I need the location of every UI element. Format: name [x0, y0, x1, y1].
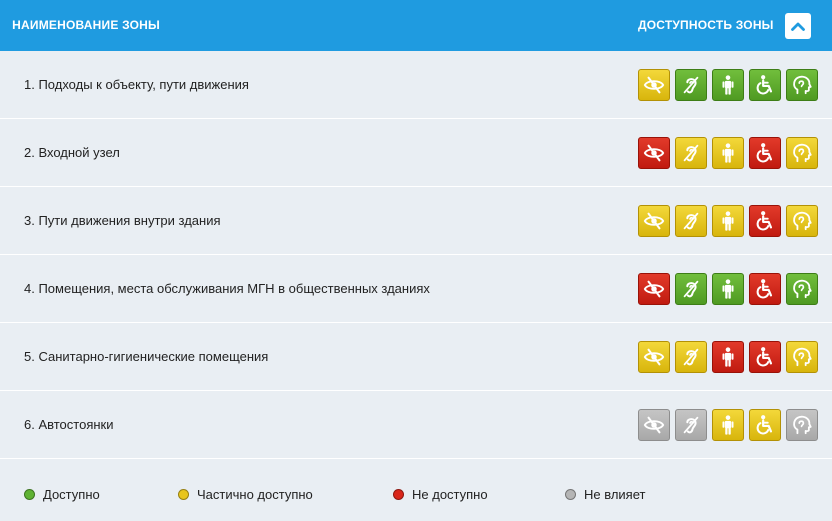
hearing-icon: [680, 74, 702, 96]
wheelchair-access-badge[interactable]: [749, 69, 781, 101]
chevron-up-icon: [791, 22, 805, 31]
legend-item: Не доступно: [393, 467, 488, 521]
zone-access-icons: [638, 69, 818, 101]
mental-access-badge[interactable]: [786, 69, 818, 101]
hearing-access-badge[interactable]: [675, 409, 707, 441]
legend-label: Частично доступно: [197, 486, 313, 502]
legend-item: Частично доступно: [178, 467, 313, 521]
person-access-badge[interactable]: [712, 137, 744, 169]
legend-label: Доступно: [43, 486, 100, 502]
person-icon: [717, 414, 739, 436]
vision-access-badge[interactable]: [638, 69, 670, 101]
person-access-badge[interactable]: [712, 273, 744, 305]
zone-row-label: 2. Входной узел: [24, 145, 120, 160]
zone-access-icons: [638, 273, 818, 305]
wheelchair-access-badge[interactable]: [749, 137, 781, 169]
mental-access-badge[interactable]: [786, 205, 818, 237]
vision-icon: [643, 346, 665, 368]
person-icon: [717, 278, 739, 300]
zone-name-header: НАИМЕНОВАНИЕ ЗОНЫ: [12, 18, 160, 32]
hearing-access-badge[interactable]: [675, 273, 707, 305]
zone-row-label: 6. Автостоянки: [24, 417, 114, 432]
hearing-icon: [680, 210, 702, 232]
zone-access-header: ДОСТУПНОСТЬ ЗОНЫ: [638, 18, 774, 32]
mental-access-badge[interactable]: [786, 341, 818, 373]
vision-icon: [643, 414, 665, 436]
zone-row: 5. Санитарно-гигиенические помещения: [0, 323, 832, 391]
legend: Доступно Частично доступно Не доступно Не в…: [0, 467, 832, 521]
mental-icon: [791, 414, 813, 436]
wheelchair-icon: [754, 346, 776, 368]
zone-row-label: 4. Помещения, места обслуживания МГН в о…: [24, 281, 430, 296]
mental-icon: [791, 346, 813, 368]
legend-dot-icon: [565, 488, 576, 500]
legend-label: Не влияет: [584, 486, 646, 502]
hearing-icon: [680, 142, 702, 164]
collapse-button[interactable]: [785, 13, 811, 39]
vision-access-badge[interactable]: [638, 409, 670, 441]
zone-list: 1. Подходы к объекту, пути движения 2. Вх…: [0, 51, 832, 459]
legend-dot-icon: [178, 488, 189, 500]
hearing-access-badge[interactable]: [675, 69, 707, 101]
wheelchair-icon: [754, 74, 776, 96]
zone-row-label: 1. Подходы к объекту, пути движения: [24, 77, 249, 92]
hearing-icon: [680, 346, 702, 368]
mental-access-badge[interactable]: [786, 137, 818, 169]
vision-access-badge[interactable]: [638, 205, 670, 237]
table-header: НАИМЕНОВАНИЕ ЗОНЫ ДОСТУПНОСТЬ ЗОНЫ: [0, 0, 832, 51]
mental-icon: [791, 142, 813, 164]
legend-dot-icon: [393, 488, 404, 500]
person-access-badge[interactable]: [712, 69, 744, 101]
wheelchair-access-badge[interactable]: [749, 341, 781, 373]
zone-row-label: 3. Пути движения внутри здания: [24, 213, 221, 228]
person-icon: [717, 142, 739, 164]
person-access-badge[interactable]: [712, 341, 744, 373]
wheelchair-access-badge[interactable]: [749, 409, 781, 441]
hearing-icon: [680, 414, 702, 436]
zone-access-icons: [638, 137, 818, 169]
zone-row: 1. Подходы к объекту, пути движения: [0, 51, 832, 119]
vision-icon: [643, 278, 665, 300]
hearing-access-badge[interactable]: [675, 205, 707, 237]
hearing-icon: [680, 278, 702, 300]
mental-icon: [791, 278, 813, 300]
person-access-badge[interactable]: [712, 409, 744, 441]
zone-row: 6. Автостоянки: [0, 391, 832, 459]
legend-label: Не доступно: [412, 486, 488, 502]
wheelchair-icon: [754, 210, 776, 232]
wheelchair-access-badge[interactable]: [749, 205, 781, 237]
person-icon: [717, 210, 739, 232]
vision-access-badge[interactable]: [638, 137, 670, 169]
person-icon: [717, 74, 739, 96]
wheelchair-icon: [754, 414, 776, 436]
zone-access-icons: [638, 205, 818, 237]
person-access-badge[interactable]: [712, 205, 744, 237]
zone-row: 3. Пути движения внутри здания: [0, 187, 832, 255]
zone-access-icons: [638, 341, 818, 373]
vision-icon: [643, 74, 665, 96]
zone-row: 2. Входной узел: [0, 119, 832, 187]
hearing-access-badge[interactable]: [675, 341, 707, 373]
vision-icon: [643, 210, 665, 232]
mental-icon: [791, 74, 813, 96]
legend-item: Доступно: [24, 467, 100, 521]
wheelchair-access-badge[interactable]: [749, 273, 781, 305]
zone-row-label: 5. Санитарно-гигиенические помещения: [24, 349, 269, 364]
vision-access-badge[interactable]: [638, 273, 670, 305]
mental-access-badge[interactable]: [786, 273, 818, 305]
person-icon: [717, 346, 739, 368]
mental-icon: [791, 210, 813, 232]
legend-dot-icon: [24, 488, 35, 500]
zone-row: 4. Помещения, места обслуживания МГН в о…: [0, 255, 832, 323]
vision-access-badge[interactable]: [638, 341, 670, 373]
mental-access-badge[interactable]: [786, 409, 818, 441]
legend-item: Не влияет: [565, 467, 645, 521]
vision-icon: [643, 142, 665, 164]
wheelchair-icon: [754, 278, 776, 300]
wheelchair-icon: [754, 142, 776, 164]
zone-access-icons: [638, 409, 818, 441]
hearing-access-badge[interactable]: [675, 137, 707, 169]
